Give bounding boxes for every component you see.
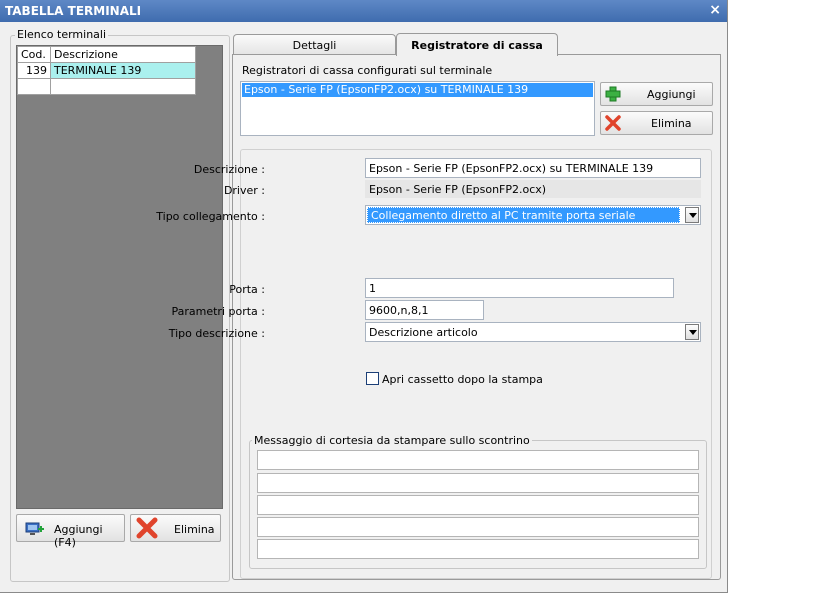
messaggio-legend: Messaggio di cortesia da stampare sullo … xyxy=(252,434,532,447)
registers-caption: Registratori di cassa configurati sul te… xyxy=(242,64,492,77)
tipo-collegamento-select[interactable]: Collegamento diretto al PC tramite porta… xyxy=(365,205,701,225)
tipo-descrizione-select[interactable]: Descrizione articolo xyxy=(365,322,701,342)
delete-terminal-label: Elimina xyxy=(174,523,215,536)
chevron-down-icon[interactable] xyxy=(685,324,699,340)
cell-descrizione[interactable]: TERMINALE 139 xyxy=(51,63,196,79)
delete-x-icon xyxy=(136,517,158,539)
tab-dettagli-label: Dettagli xyxy=(293,39,337,52)
tipo-descrizione-value: Descrizione articolo xyxy=(369,326,478,339)
porta-label: Porta : xyxy=(229,283,265,296)
table-row[interactable]: 139 TERMINALE 139 xyxy=(18,63,196,79)
tipo-collegamento-value: Collegamento diretto al PC tramite porta… xyxy=(367,207,680,223)
terminals-legend: Elenco terminali xyxy=(15,28,108,41)
driver-value: Epson - Serie FP (EpsonFP2.ocx) xyxy=(365,180,701,198)
apri-cassetto-label[interactable]: Apri cassetto dopo la stampa xyxy=(382,373,543,386)
table-header-row: Cod. Descrizione xyxy=(18,47,196,63)
close-icon[interactable]: × xyxy=(709,2,721,18)
terminals-table: Cod. Descrizione 139 TERMINALE 139 xyxy=(17,46,196,95)
porta-input[interactable]: 1 xyxy=(365,278,674,298)
add-register-label: Aggiungi xyxy=(647,88,696,101)
descrizione-label: Descrizione : xyxy=(194,163,265,176)
delete-register-label: Elimina xyxy=(651,117,692,130)
window: TABELLA TERMINALI × Elenco terminali Cod… xyxy=(0,0,728,593)
delete-register-button[interactable]: Elimina xyxy=(600,111,713,135)
add-terminal-icon xyxy=(25,521,45,537)
messaggio-line-4[interactable] xyxy=(257,517,699,537)
add-terminal-label: Aggiungi (F4) xyxy=(54,523,124,549)
parametri-porta-label: Parametri porta : xyxy=(171,305,265,318)
table-row-new[interactable] xyxy=(18,79,196,95)
tipo-descrizione-label: Tipo descrizione : xyxy=(169,327,265,340)
apri-cassetto-checkbox[interactable] xyxy=(366,372,379,385)
descrizione-input[interactable]: Epson - Serie FP (EpsonFP2.ocx) su TERMI… xyxy=(365,158,701,178)
title-bar: TABELLA TERMINALI × xyxy=(0,0,727,22)
chevron-down-icon[interactable] xyxy=(685,207,699,223)
tab-registratore[interactable]: Registratore di cassa xyxy=(396,33,558,56)
registers-list[interactable]: Epson - Serie FP (EpsonFP2.ocx) su TERMI… xyxy=(240,81,595,136)
messaggio-line-3[interactable] xyxy=(257,495,699,515)
parametri-porta-input[interactable]: 9600,n,8,1 xyxy=(365,300,484,320)
messaggio-line-2[interactable] xyxy=(257,473,699,493)
driver-label: Driver : xyxy=(224,184,265,197)
col-descrizione[interactable]: Descrizione xyxy=(51,47,196,63)
terminals-list[interactable]: Cod. Descrizione 139 TERMINALE 139 xyxy=(16,45,223,509)
registers-list-item[interactable]: Epson - Serie FP (EpsonFP2.ocx) su TERMI… xyxy=(242,83,593,97)
tab-dettagli[interactable]: Dettagli xyxy=(233,34,396,55)
cell-cod[interactable]: 139 xyxy=(18,63,51,79)
messaggio-line-5[interactable] xyxy=(257,539,699,559)
window-title: TABELLA TERMINALI xyxy=(5,4,141,18)
tipo-collegamento-label: Tipo collegamento : xyxy=(156,210,265,223)
tab-registratore-label: Registratore di cassa xyxy=(411,39,543,52)
delete-terminal-button[interactable]: Elimina xyxy=(130,514,221,542)
plus-icon xyxy=(605,86,621,102)
cell-cod-empty[interactable] xyxy=(18,79,51,95)
messaggio-line-1[interactable] xyxy=(257,450,699,470)
cell-descrizione-empty[interactable] xyxy=(51,79,196,95)
delete-x-icon xyxy=(605,115,621,131)
col-cod[interactable]: Cod. xyxy=(18,47,51,63)
add-terminal-button[interactable]: Aggiungi (F4) xyxy=(16,514,125,542)
add-register-button[interactable]: Aggiungi xyxy=(600,82,713,106)
